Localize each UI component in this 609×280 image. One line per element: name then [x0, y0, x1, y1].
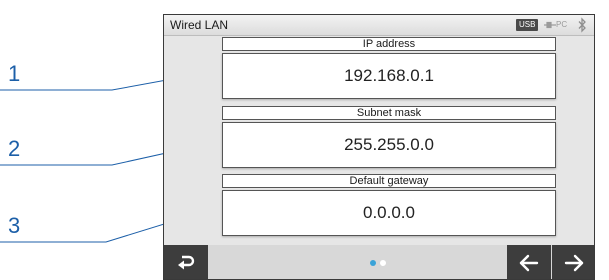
default-gateway-label: Default gateway	[222, 174, 556, 188]
subnet-mask-field[interactable]: 255.255.0.0	[222, 122, 556, 168]
usb-status-icon: USB	[516, 19, 539, 31]
subnet-mask-label: Subnet mask	[222, 106, 556, 120]
page-dot-inactive	[380, 260, 386, 266]
pc-status-label: PC	[556, 20, 568, 29]
window-title: Wired LAN	[170, 18, 229, 32]
back-button[interactable]	[164, 245, 208, 279]
arrow-left-icon	[519, 254, 539, 272]
page-dot-active	[370, 260, 376, 266]
return-icon	[178, 255, 195, 270]
bottom-bar	[164, 245, 594, 279]
page: 1 2 3 Wired LAN USB PC IP address 192.16…	[0, 0, 609, 280]
ip-address-label: IP address	[222, 37, 556, 51]
callout-3: 3	[8, 213, 21, 238]
plug-icon	[544, 21, 556, 28]
next-button[interactable]	[552, 245, 594, 279]
arrow-right-icon	[564, 254, 584, 272]
previous-button[interactable]	[507, 245, 551, 279]
ip-address-field[interactable]: 192.168.0.1	[222, 53, 556, 99]
default-gateway-field[interactable]: 0.0.0.0	[222, 190, 556, 236]
device-screen: Wired LAN USB PC IP address 192.168.0.1 …	[163, 14, 595, 280]
callout-2: 2	[8, 136, 21, 161]
title-bar: Wired LAN USB PC	[164, 15, 594, 36]
pc-connection-icon: PC	[544, 19, 567, 31]
bluetooth-icon	[578, 17, 586, 33]
callout-1: 1	[8, 61, 21, 86]
page-indicator	[370, 260, 390, 266]
